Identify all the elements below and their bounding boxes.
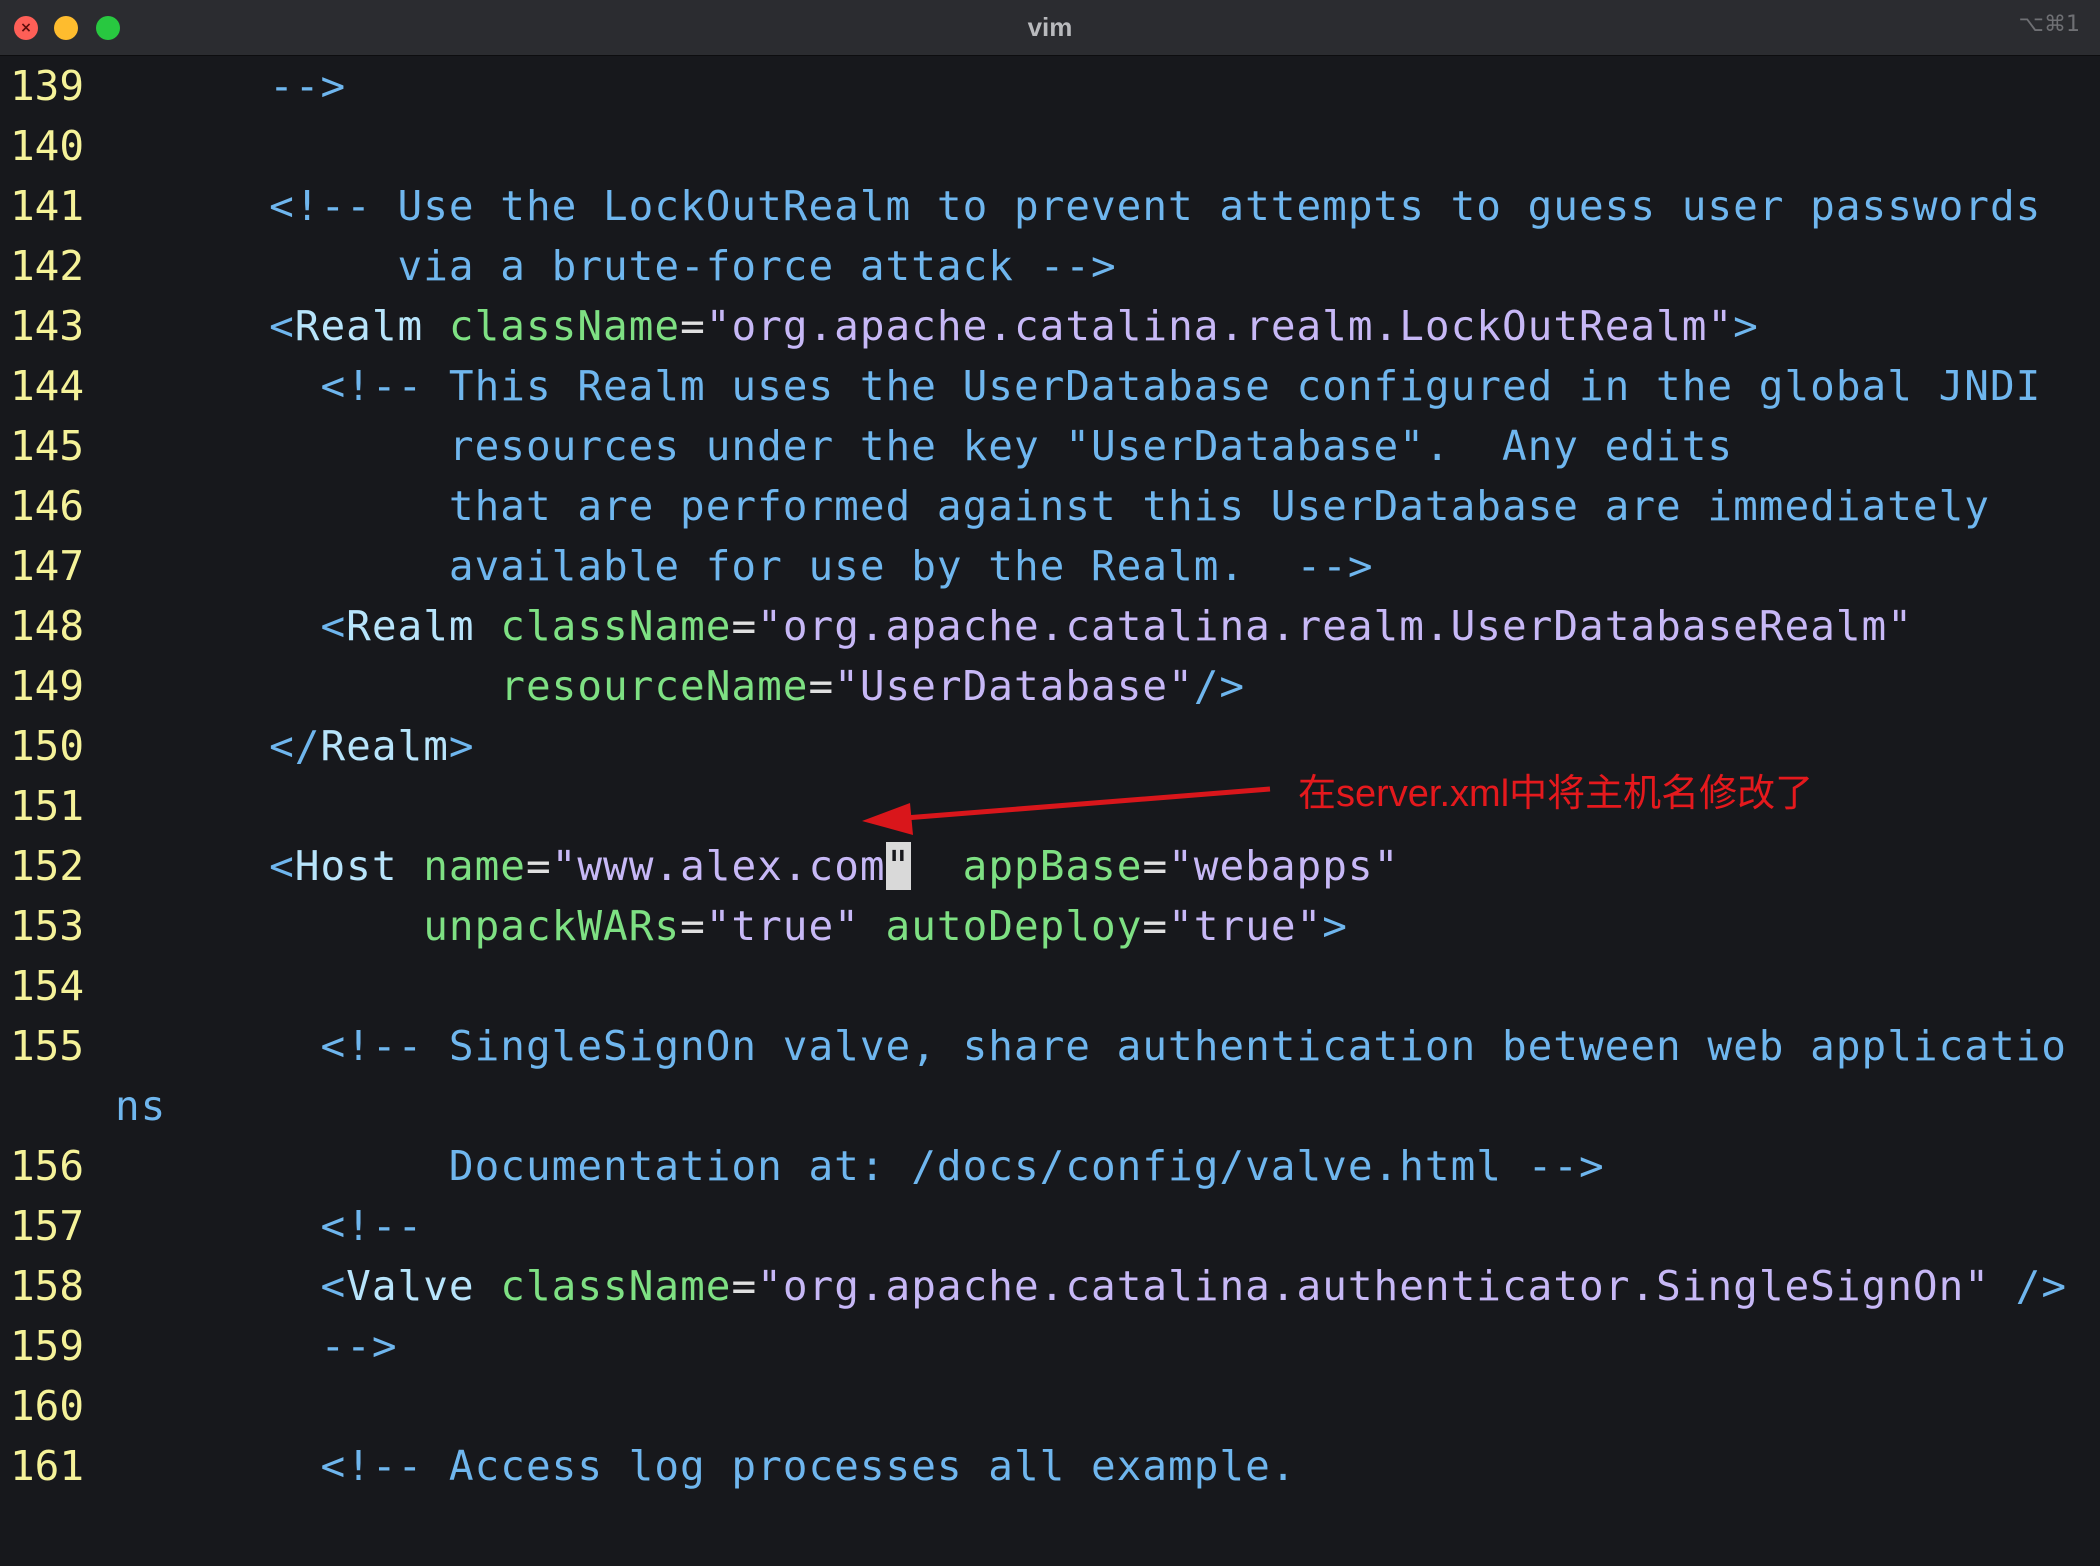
annotation-text: 在server.xml中将主机名修改了 bbox=[1298, 773, 1814, 815]
annotation-arrow-line bbox=[904, 786, 1271, 821]
terminal-window: × vim ⌥⌘1 139 --> 140 141 <!-- Use the L… bbox=[0, 0, 2100, 1566]
annotation-arrow-head bbox=[862, 803, 913, 835]
